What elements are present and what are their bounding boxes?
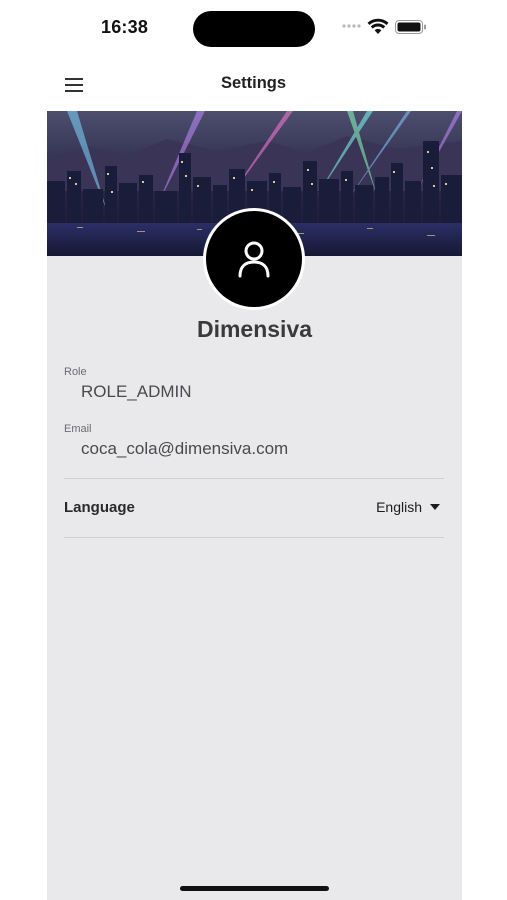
battery-icon bbox=[395, 20, 426, 34]
status-time: 16:38 bbox=[101, 17, 149, 37]
cellular-signal-icon bbox=[342, 24, 361, 28]
wifi-icon bbox=[367, 18, 389, 34]
settings-panel: Dimensiva Role ROLE_ADMIN Email coca_col… bbox=[47, 111, 462, 900]
role-value: ROLE_ADMIN bbox=[81, 382, 192, 401]
profile-name: Dimensiva bbox=[196, 316, 313, 342]
email-label: Email bbox=[64, 423, 92, 435]
language-label: Language bbox=[64, 499, 135, 516]
page-title: Settings bbox=[220, 74, 287, 92]
email-value: coca_cola@dimensiva.com bbox=[81, 439, 289, 458]
divider bbox=[64, 537, 444, 538]
role-label: Role bbox=[64, 366, 87, 378]
language-dropdown[interactable]: English bbox=[376, 499, 440, 515]
avatar-circle bbox=[206, 211, 302, 307]
phone-screen: 16:38 Settings Dimensiva Role ROLE_ADMIN… bbox=[0, 0, 507, 900]
language-selected-value: English bbox=[376, 499, 422, 515]
caret-down-icon bbox=[430, 504, 440, 510]
user-profile-icon bbox=[238, 241, 270, 278]
dynamic-island bbox=[193, 11, 315, 47]
avatar[interactable] bbox=[203, 208, 305, 310]
home-indicator[interactable] bbox=[180, 886, 329, 891]
divider bbox=[64, 478, 444, 479]
